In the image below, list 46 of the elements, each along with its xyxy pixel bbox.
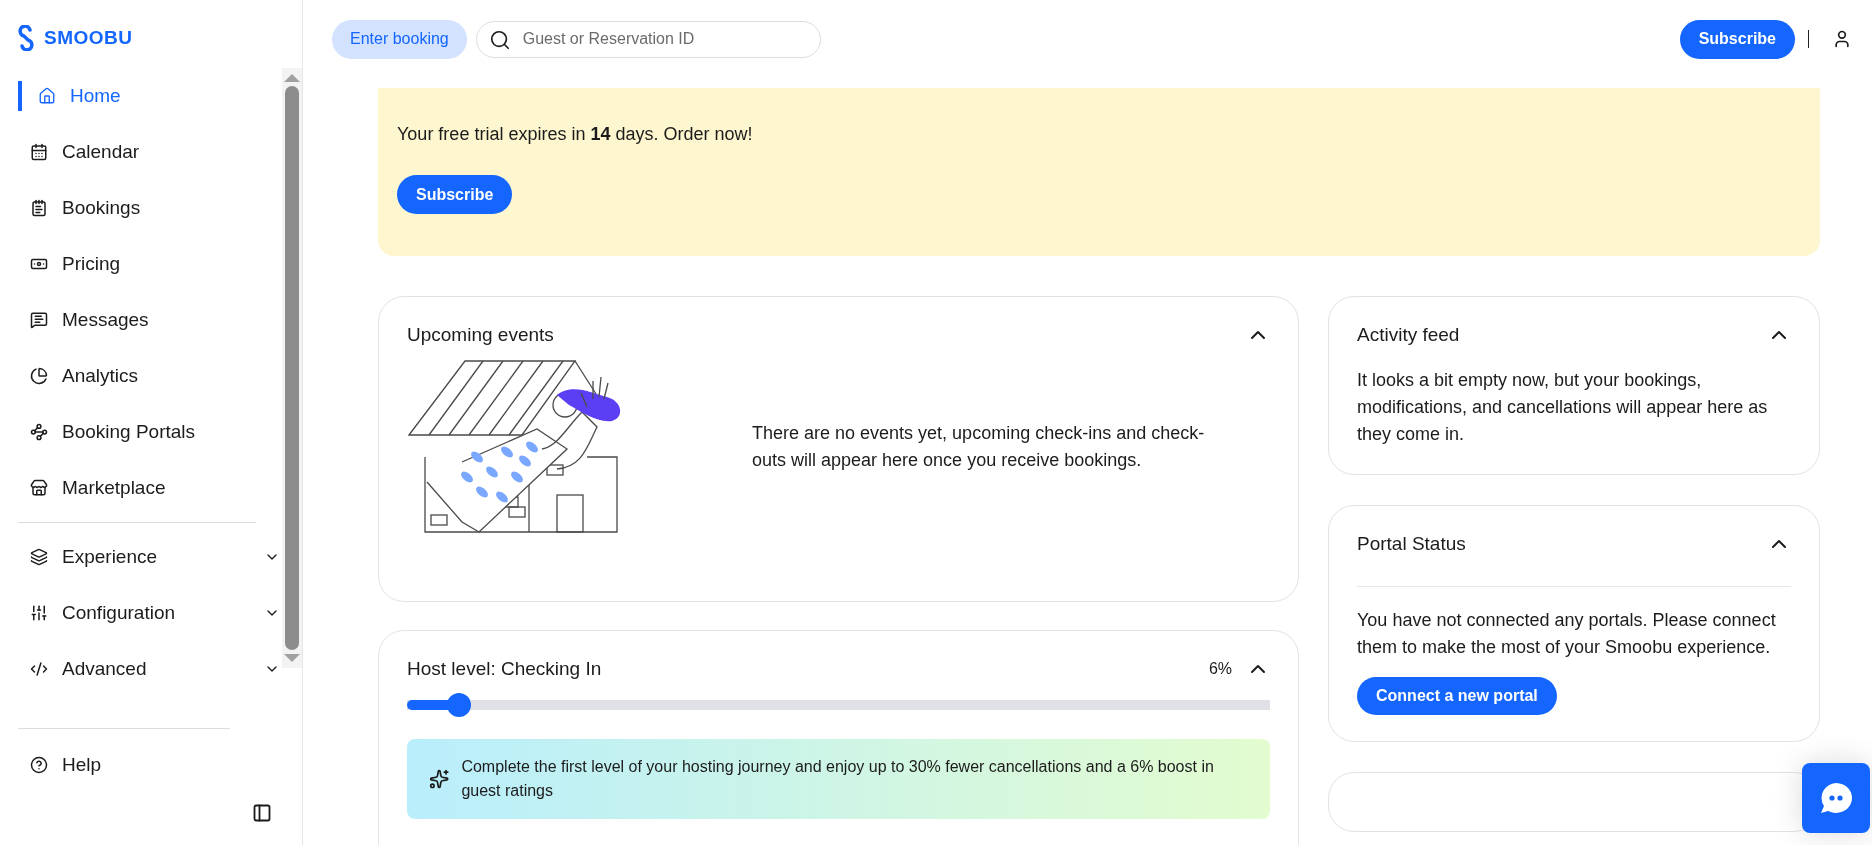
nav-item-icon <box>30 548 48 566</box>
help-icon <box>30 756 48 774</box>
logo-icon <box>18 25 34 51</box>
nav-item-icon <box>30 660 48 678</box>
portal-message: You have not connected any portals. Please connect them to make the most of your Smoobu experience. <box>1357 609 1777 659</box>
sidebar-item[interactable]: Analytics <box>18 348 280 404</box>
enter-booking-button[interactable]: Enter booking <box>332 19 467 59</box>
chat-button[interactable] <box>1802 763 1870 833</box>
trial-message: Your free trial expires in 14 days. Order now! <box>397 124 754 145</box>
scrollbar[interactable] <box>282 68 302 668</box>
card-title: Portal Status <box>1357 533 1467 555</box>
sidebar-item[interactable]: Help <box>18 737 302 793</box>
card-title: Host level: Checking In <box>407 658 603 680</box>
nav-item-icon <box>30 479 48 497</box>
chat-bubble-icon <box>1818 781 1854 815</box>
subscribe-button[interactable]: Subscribe <box>1679 19 1795 59</box>
brand-name: SMOOBU <box>44 27 133 49</box>
sidebar-item[interactable]: Advanced <box>18 641 280 697</box>
sidebar-item[interactable]: Messages <box>18 292 280 348</box>
sidebar-item[interactable]: Experience <box>18 529 280 585</box>
subscribe-button[interactable]: Subscribe <box>397 175 513 214</box>
nav-item-icon <box>30 143 48 161</box>
activity-message: It looks a bit empty now, but your bookings, modifications, and cancellations will appear here as they come in. <box>1357 369 1769 446</box>
search-field[interactable]: Guest or Reservation ID <box>475 20 821 58</box>
empty-events-message: There are no events yet, upcoming check-ins and check-outs will appear here once you receive bookings. <box>752 422 1206 472</box>
progress-percent: 6% <box>1208 660 1232 678</box>
card-title: Activity feed <box>1357 324 1461 346</box>
nav-item-icon <box>30 367 48 385</box>
nav-item-icon <box>30 423 48 441</box>
card-title: Upcoming events <box>407 324 555 346</box>
user-icon[interactable] <box>1832 29 1852 49</box>
sidebar-item[interactable]: Configuration <box>18 585 280 641</box>
sidebar-item[interactable]: Bookings <box>18 180 280 236</box>
sidebar-item[interactable]: Calendar <box>18 124 280 180</box>
search-icon <box>488 28 511 51</box>
nav-item-icon <box>30 604 48 622</box>
sidebar-item[interactable]: Booking Portals <box>18 404 280 460</box>
sidebar-item[interactable]: Marketplace <box>18 460 280 516</box>
sidebar-item[interactable]: Pricing <box>18 236 280 292</box>
nav-item-icon <box>38 87 56 105</box>
sidebar-toggle-icon[interactable] <box>252 803 272 823</box>
sparkles-icon <box>429 768 450 790</box>
nav-item-icon <box>30 311 48 329</box>
nav-item-icon <box>30 199 48 217</box>
tip-text: Complete the first level of your hosting journey and enjoy up to 30% fewer cancellations and a 6% boost in guest ratings <box>461 757 1215 801</box>
connect-portal-button[interactable]: Connect a new portal <box>1357 677 1557 715</box>
